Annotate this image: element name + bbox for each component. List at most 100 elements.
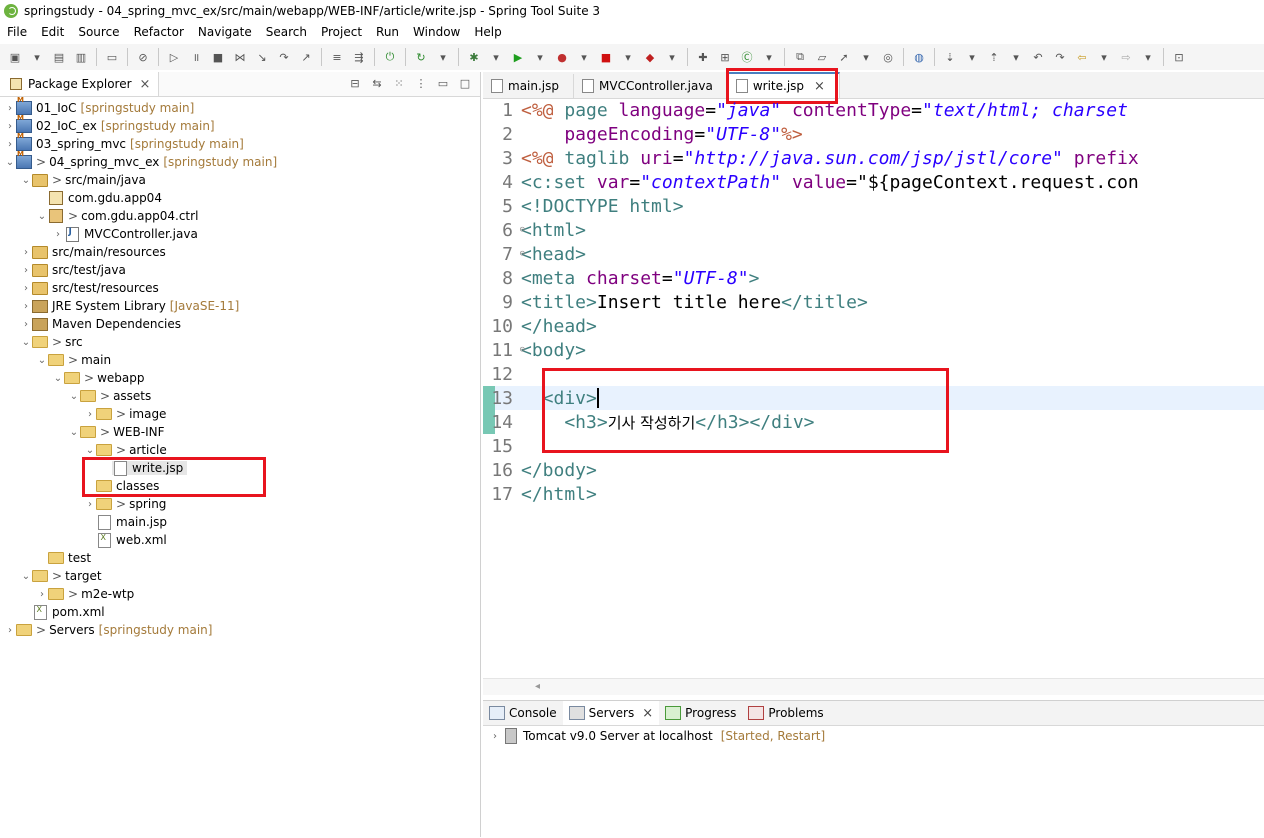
tree-item[interactable]: ⌄ > src/main/java (0, 171, 480, 189)
dropdown-icon[interactable]: ▾ (576, 49, 592, 65)
tree-item[interactable]: › src/test/resources (0, 279, 480, 297)
menu-help[interactable]: Help (467, 25, 508, 39)
chevron-down-icon[interactable]: ⌄ (84, 445, 96, 456)
resume-icon[interactable]: ▷ (166, 49, 182, 65)
chevron-right-icon[interactable]: › (52, 229, 64, 240)
tree-item[interactable]: ⌄ > com.gdu.app04.ctrl (0, 207, 480, 225)
package-icon[interactable]: ⊞ (717, 49, 733, 65)
tree-item[interactable]: ⌄ > src (0, 333, 480, 351)
toggle-icon[interactable]: ≡ (329, 49, 345, 65)
tree-item[interactable]: › Maven Dependencies (0, 315, 480, 333)
menu-file[interactable]: File (0, 25, 34, 39)
tree-item[interactable]: ⌄ > WEB-INF (0, 423, 480, 441)
tree-item[interactable]: › > image (0, 405, 480, 423)
chevron-right-icon[interactable]: › (489, 731, 501, 742)
chevron-right-icon[interactable]: › (4, 103, 16, 114)
dropdown-icon[interactable]: ▾ (964, 49, 980, 65)
tab-progress[interactable]: Progress (659, 701, 742, 725)
chevron-right-icon[interactable]: › (20, 265, 32, 276)
menu-search[interactable]: Search (259, 25, 314, 39)
view-menu-icon[interactable]: ⋮ (414, 76, 428, 90)
chevron-right-icon[interactable]: › (20, 283, 32, 294)
step-over-icon[interactable]: ↷ (276, 49, 292, 65)
tree-item[interactable]: test (0, 549, 480, 567)
code-icon[interactable]: ⇶ (351, 49, 367, 65)
disconnect-icon[interactable]: ⋈ (232, 49, 248, 65)
forward-icon[interactable]: ⇨ (1118, 49, 1134, 65)
monitor-icon[interactable]: ▭ (104, 49, 120, 65)
tree-item[interactable]: com.gdu.app04 (0, 189, 480, 207)
chevron-down-icon[interactable]: ⌄ (68, 391, 80, 402)
forward-history-icon[interactable]: ↷ (1052, 49, 1068, 65)
open-folder-icon[interactable]: ▱ (814, 49, 830, 65)
open-perspective-icon[interactable]: ⊡ (1171, 49, 1187, 65)
chevron-down-icon[interactable]: ⌄ (36, 211, 48, 222)
dropdown-icon[interactable]: ▾ (1140, 49, 1156, 65)
tree-item[interactable]: ⌄ > target (0, 567, 480, 585)
link-with-editor-icon[interactable]: ⇆ (370, 76, 384, 90)
new-icon[interactable]: ▣ (7, 49, 23, 65)
save-icon[interactable]: ▤ (51, 49, 67, 65)
terminate-icon[interactable]: ■ (210, 49, 226, 65)
chevron-down-icon[interactable]: ⌄ (4, 157, 16, 168)
step-return-icon[interactable]: ↗ (298, 49, 314, 65)
chevron-right-icon[interactable]: › (36, 589, 48, 600)
chevron-right-icon[interactable]: › (84, 499, 96, 510)
chevron-down-icon[interactable]: ⌄ (68, 427, 80, 438)
collapse-all-icon[interactable]: ⊟ (348, 76, 362, 90)
chevron-right-icon[interactable]: › (4, 625, 16, 636)
stop-icon[interactable]: ■ (598, 49, 614, 65)
chevron-right-icon[interactable]: › (20, 301, 32, 312)
last-edit-icon[interactable]: ↶ (1030, 49, 1046, 65)
dropdown-icon[interactable]: ▾ (1096, 49, 1112, 65)
dropdown-icon[interactable]: ▾ (488, 49, 504, 65)
tree-item[interactable]: › 02_IoC_ex [springstudy main] (0, 114, 480, 135)
close-icon[interactable]: × (140, 77, 151, 92)
dropdown-icon[interactable]: ▾ (29, 49, 45, 65)
close-icon[interactable]: × (642, 706, 653, 721)
horizontal-scrollbar[interactable]: ◂ (483, 678, 1264, 695)
close-icon[interactable]: × (814, 79, 825, 94)
chevron-right-icon[interactable]: › (20, 247, 32, 258)
dropdown-icon[interactable]: ▾ (620, 49, 636, 65)
tree-item[interactable]: › > Servers [springstudy main] (0, 621, 480, 639)
tree-item[interactable]: main.jsp (0, 513, 480, 531)
tree-item[interactable]: write.jsp (0, 459, 480, 477)
tree-item[interactable]: ⌄ > assets (0, 387, 480, 405)
refresh-icon[interactable]: ↻ (413, 49, 429, 65)
coverage-icon[interactable]: ● (554, 49, 570, 65)
tree-item[interactable]: › JRE System Library [JavaSE-11] (0, 297, 480, 315)
dropdown-icon[interactable]: ▾ (664, 49, 680, 65)
menu-project[interactable]: Project (314, 25, 369, 39)
maximize-icon[interactable]: □ (458, 76, 472, 90)
tree-item[interactable]: › 03_spring_mvc [springstudy main] (0, 132, 480, 153)
menu-refactor[interactable]: Refactor (127, 25, 191, 39)
new-server-icon[interactable]: ✚ (695, 49, 711, 65)
class-icon[interactable]: Ⓒ (739, 49, 755, 65)
dropdown-icon[interactable]: ▾ (435, 49, 451, 65)
tree-item[interactable]: web.xml (0, 531, 480, 549)
filter-icon[interactable]: ⁙ (392, 76, 406, 90)
menu-window[interactable]: Window (406, 25, 467, 39)
fold-icon[interactable]: ⊖ (520, 249, 525, 259)
tree-item[interactable]: ⌄ > webapp (0, 369, 480, 387)
menu-source[interactable]: Source (71, 25, 126, 39)
editor-tab-mvccontroller[interactable]: MVCController.java (574, 74, 728, 98)
tab-servers[interactable]: Servers × (562, 701, 660, 725)
chevron-down-icon[interactable]: ⌄ (20, 337, 32, 348)
tab-console[interactable]: Console (483, 701, 563, 725)
minimize-icon[interactable]: ▭ (436, 76, 450, 90)
chevron-right-icon[interactable]: › (4, 139, 16, 150)
fold-icon[interactable]: ⊖ (520, 225, 525, 235)
back-icon[interactable]: ⇦ (1074, 49, 1090, 65)
rocket-icon[interactable]: ➚ (836, 49, 852, 65)
chevron-down-icon[interactable]: ⌄ (36, 355, 48, 366)
fold-icon[interactable]: ⊖ (520, 345, 525, 355)
chevron-down-icon[interactable]: ⌄ (20, 571, 32, 582)
tree-item[interactable]: › src/test/java (0, 261, 480, 279)
open-type-icon[interactable]: ⧉ (792, 49, 808, 65)
dropdown-icon[interactable]: ▾ (761, 49, 777, 65)
tree-item[interactable]: ⌄ > main (0, 351, 480, 369)
debug-icon[interactable]: ✱ (466, 49, 482, 65)
tree-item[interactable]: classes (0, 477, 480, 495)
